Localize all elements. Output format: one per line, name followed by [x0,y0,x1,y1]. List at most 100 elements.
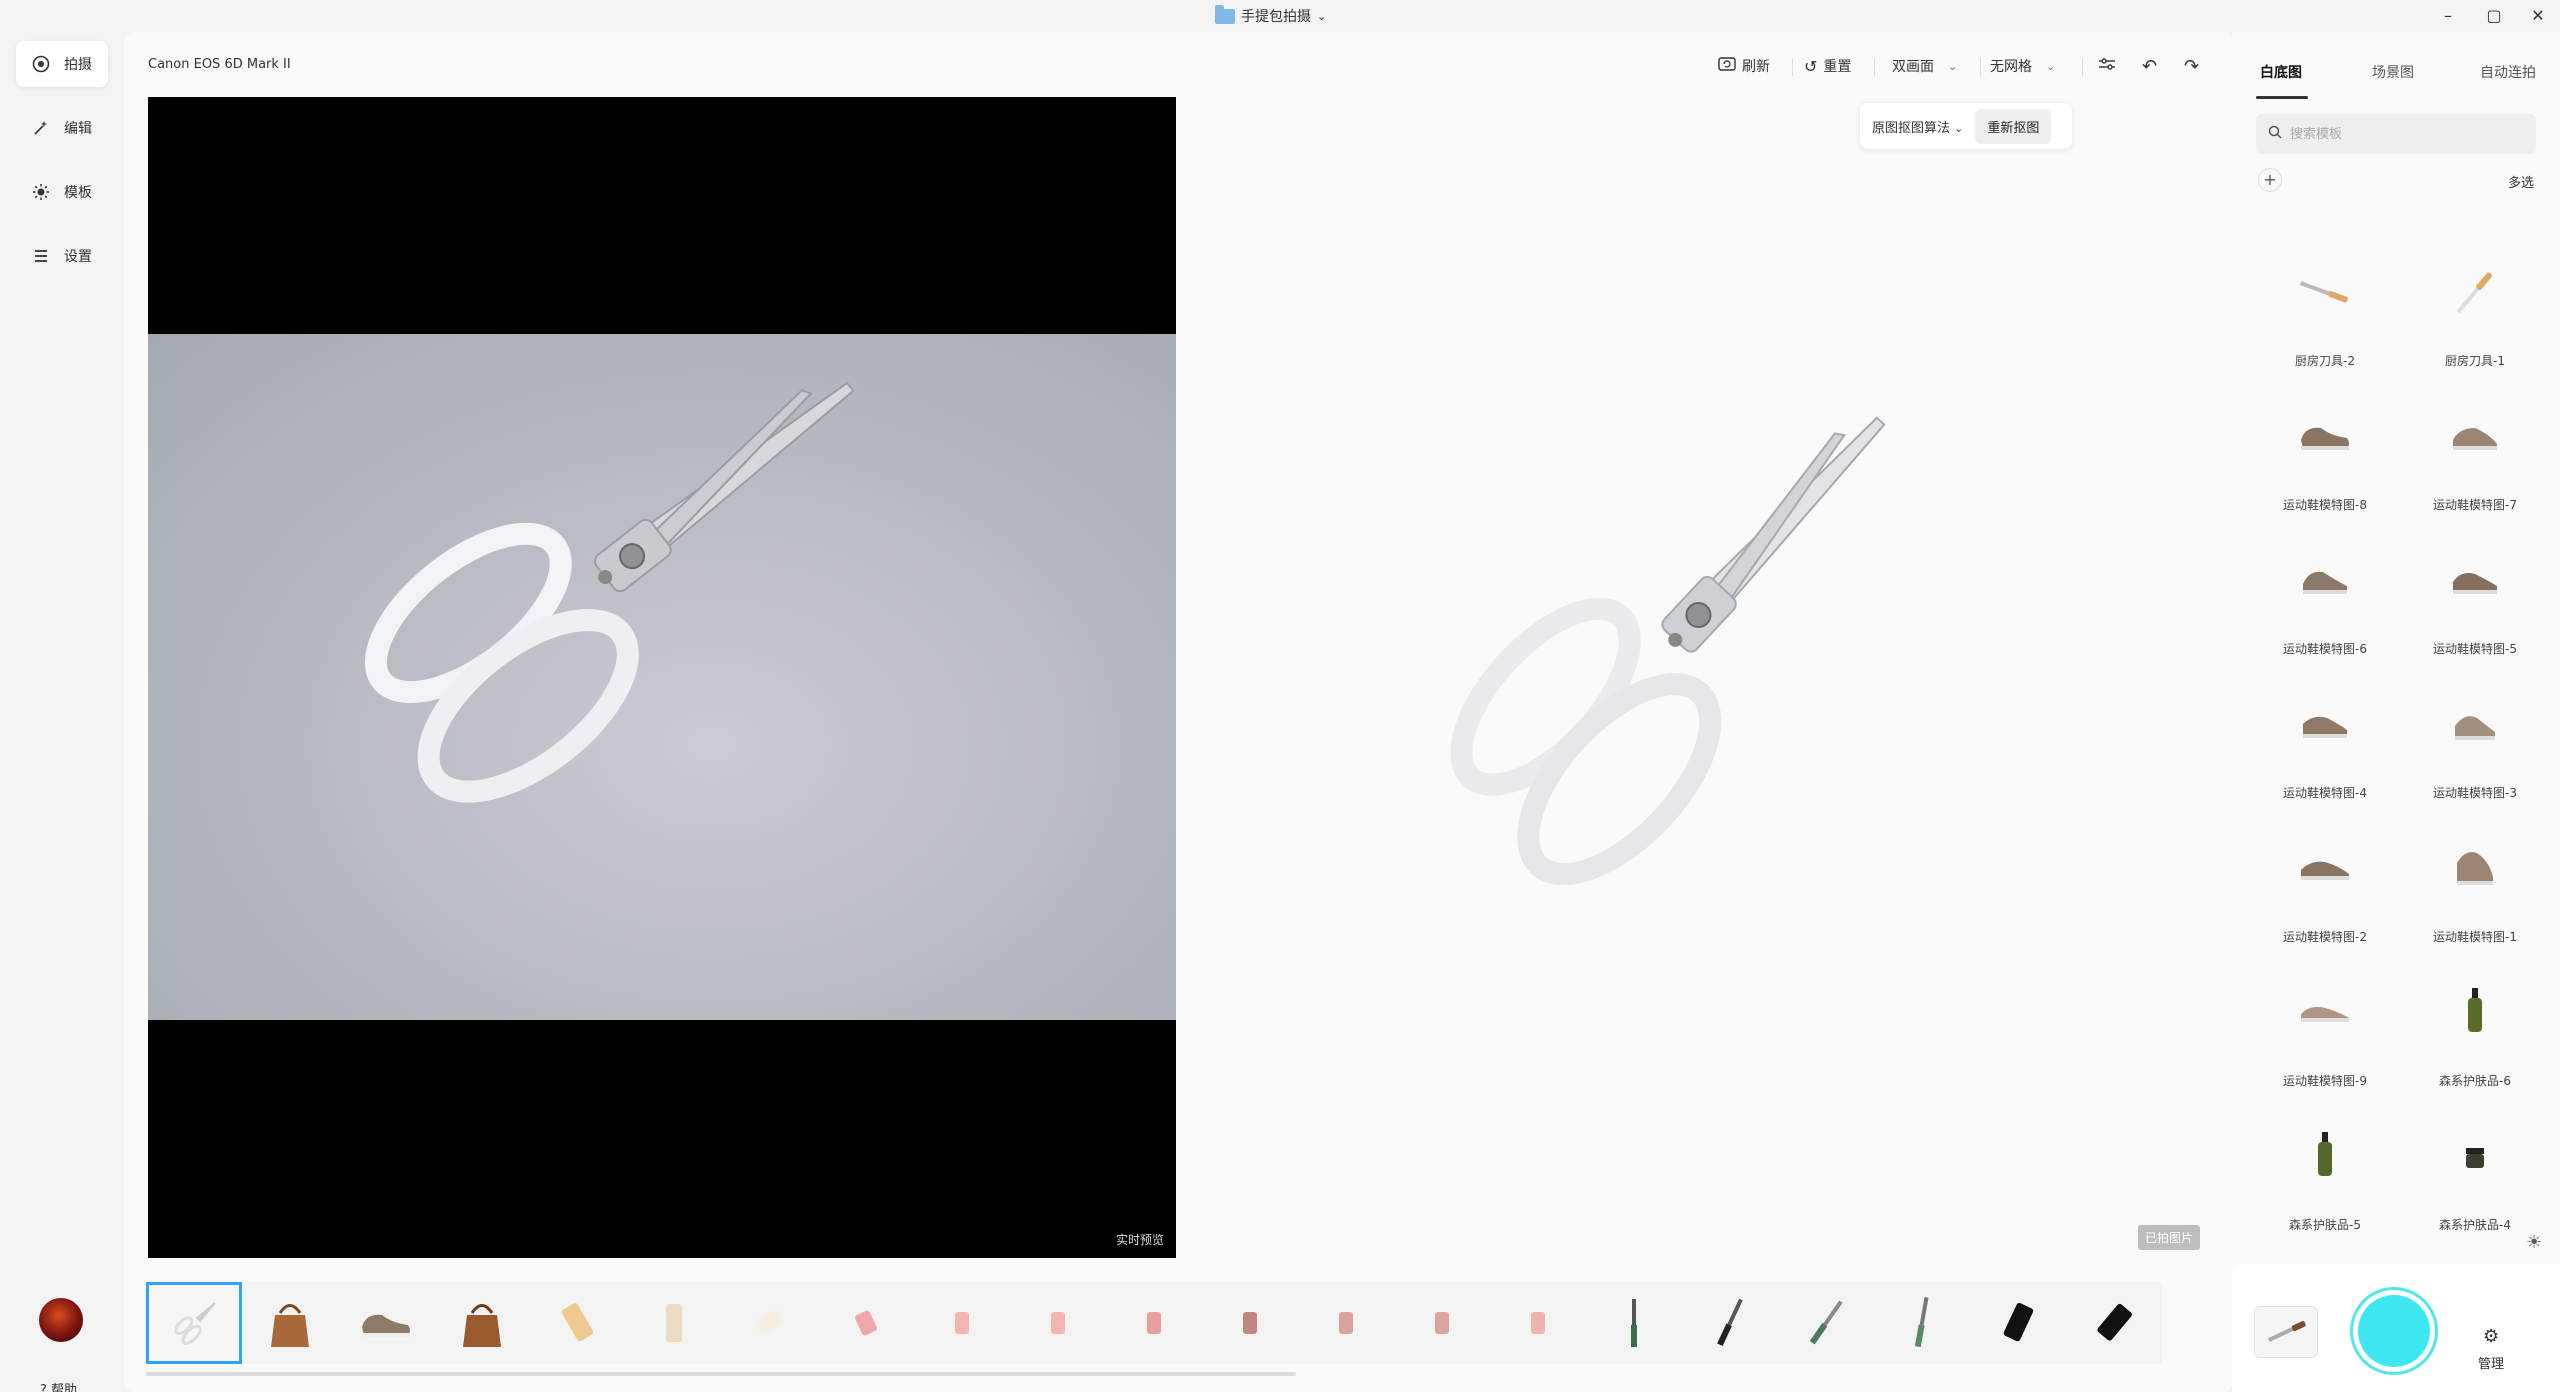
template-item[interactable]: 运动鞋模特图-3 [2400,694,2550,838]
last-shot-thumbnail[interactable] [2254,1306,2318,1358]
sneaker-icon [2445,406,2505,466]
live-preview[interactable]: 实时预览 [148,97,1176,1258]
template-item[interactable]: 运动鞋模特图-5 [2400,550,2550,694]
sneaker-icon [2295,838,2355,898]
template-item[interactable]: 运动鞋模特图-6 [2250,550,2400,694]
filmstrip-thumb[interactable] [1298,1282,1394,1364]
filmstrip-thumb[interactable] [242,1282,338,1364]
filmstrip-thumb[interactable] [1106,1282,1202,1364]
knife-icon [1809,1300,1843,1345]
shot-tag: 已拍图片 [2138,1225,2201,1250]
manage-button[interactable]: ⚙ 管理 [2478,1326,2504,1372]
filmstrip-thumb[interactable] [1010,1282,1106,1364]
filmstrip-thumb[interactable] [1778,1282,1874,1364]
filmstrip-thumb[interactable] [2066,1282,2162,1364]
search-input[interactable] [2290,126,2510,142]
filmstrip-thumb[interactable] [434,1282,530,1364]
view-mode-dropdown[interactable]: 双画面 ⌄ [1892,52,1957,80]
filmstrip-thumb[interactable] [530,1282,626,1364]
rematte-button[interactable]: 重新抠图 [1975,108,2052,144]
template-search [2256,114,2536,154]
left-nav: 拍摄 编辑 模板 设置 ? 帮助 [0,32,124,1392]
filmstrip-thumb[interactable] [1394,1282,1490,1364]
adjust-button[interactable] [2098,52,2116,80]
maximize-button[interactable]: ▢ [2482,4,2506,28]
right-panel: 白底图 场景图 自动连拍 + 多选 厨房刀具-2 厨房刀具-1 运动鞋模特图-8… [2232,32,2560,1392]
capture-bar: ⚙ 管理 [2232,1264,2560,1392]
filmstrip-thumb[interactable] [1970,1282,2066,1364]
phone-icon [1339,1312,1353,1334]
sneaker-icon [2445,838,2505,898]
template-item[interactable]: 运动鞋模特图-2 [2250,838,2400,982]
shutter-button[interactable] [2350,1287,2438,1375]
project-title-dropdown[interactable]: 手提包拍摄 ⌄ [1215,4,1327,26]
bottle-icon [2295,1126,2355,1186]
minimize-button[interactable]: – [2436,4,2460,28]
matting-algorithm-label: 原图抠图算法 [1872,120,1951,136]
filmstrip [146,1278,2194,1382]
filmstrip-thumb[interactable] [338,1282,434,1364]
phone-icon [755,1309,784,1335]
template-item[interactable]: 厨房刀具-1 [2400,262,2550,406]
tab-white-background[interactable]: 白底图 [2260,62,2302,82]
knife-icon [1631,1299,1637,1347]
tab-auto-burst[interactable]: 自动连拍 [2480,62,2536,82]
avatar[interactable] [39,1298,83,1342]
template-item[interactable]: 运动鞋模特图-9 [2250,982,2400,1126]
refresh-button[interactable]: 刷新 [1718,52,1770,80]
nav-item-label: 设置 [64,249,92,265]
matting-algorithm-dropdown[interactable]: 原图抠图算法 ⌄ [1866,117,1969,136]
multi-select-button[interactable]: 多选 [2508,172,2534,191]
scissors-photo [364,381,855,803]
rotate-right-button[interactable]: ↷ [2184,52,2199,80]
project-title: 手提包拍摄 [1241,9,1311,25]
tab-underline [2256,96,2308,99]
nav-item-shoot[interactable]: 拍摄 [16,41,108,87]
phone-icon [955,1312,969,1334]
template-item[interactable]: 运动鞋模特图-7 [2400,406,2550,550]
close-button[interactable]: ✕ [2526,4,2550,28]
phone-icon [1243,1312,1257,1334]
add-template-button[interactable]: + [2258,168,2282,192]
filmstrip-thumb[interactable] [914,1282,1010,1364]
template-grid: 厨房刀具-2 厨房刀具-1 运动鞋模特图-8 运动鞋模特图-7 运动鞋模特图-6… [2250,222,2550,1264]
chevron-down-icon: ⌄ [1317,9,1327,23]
sliders-icon [2098,56,2116,76]
filmstrip-thumb[interactable] [1874,1282,1970,1364]
reset-button[interactable]: ↺ 重置 [1804,52,1851,80]
search-icon [2268,125,2282,143]
rotate-left-icon: ↶ [2142,55,2158,77]
phone-icon [561,1303,594,1342]
template-item[interactable]: 厨房刀具-2 [2250,262,2400,406]
template-item[interactable]: 森系护肤品-5 [2250,1126,2400,1264]
brightness-icon[interactable]: ☀ [2526,1232,2542,1253]
template-item[interactable]: 运动鞋模特图-4 [2250,694,2400,838]
filmstrip-thumb[interactable] [146,1282,242,1364]
tab-scene[interactable]: 场景图 [2372,62,2414,82]
filmstrip-thumb[interactable] [1586,1282,1682,1364]
knife-icon [1914,1297,1929,1348]
camera-name: Canon EOS 6D Mark II [148,57,291,72]
camera-photo [148,334,1176,1020]
rotate-right-icon: ↷ [2184,55,2200,77]
knife-icon [2267,1321,2306,1342]
phone-icon [855,1310,877,1336]
nav-item-templates[interactable]: 模板 [16,169,108,215]
help-link[interactable]: ? 帮助 [40,1379,77,1392]
template-name: 运动鞋模特图-8 [2283,498,2367,512]
rotate-left-button[interactable]: ↶ [2142,52,2157,80]
template-item[interactable]: 运动鞋模特图-1 [2400,838,2550,982]
grid-mode-dropdown[interactable]: 无网格 ⌄ [1990,52,2055,80]
nav-item-settings[interactable]: 设置 [16,233,108,279]
template-item[interactable]: 运动鞋模特图-8 [2250,406,2400,550]
filmstrip-thumb[interactable] [1682,1282,1778,1364]
template-item[interactable]: 森系护肤品-6 [2400,982,2550,1126]
nav-item-edit[interactable]: 编辑 [16,105,108,151]
filmstrip-thumb[interactable] [818,1282,914,1364]
filmstrip-scrollbar[interactable] [146,1372,1296,1376]
filmstrip-thumb[interactable] [626,1282,722,1364]
filmstrip-thumb[interactable] [1490,1282,1586,1364]
template-name: 森系护肤品-4 [2439,1218,2511,1232]
filmstrip-thumb[interactable] [722,1282,818,1364]
filmstrip-thumb[interactable] [1202,1282,1298,1364]
